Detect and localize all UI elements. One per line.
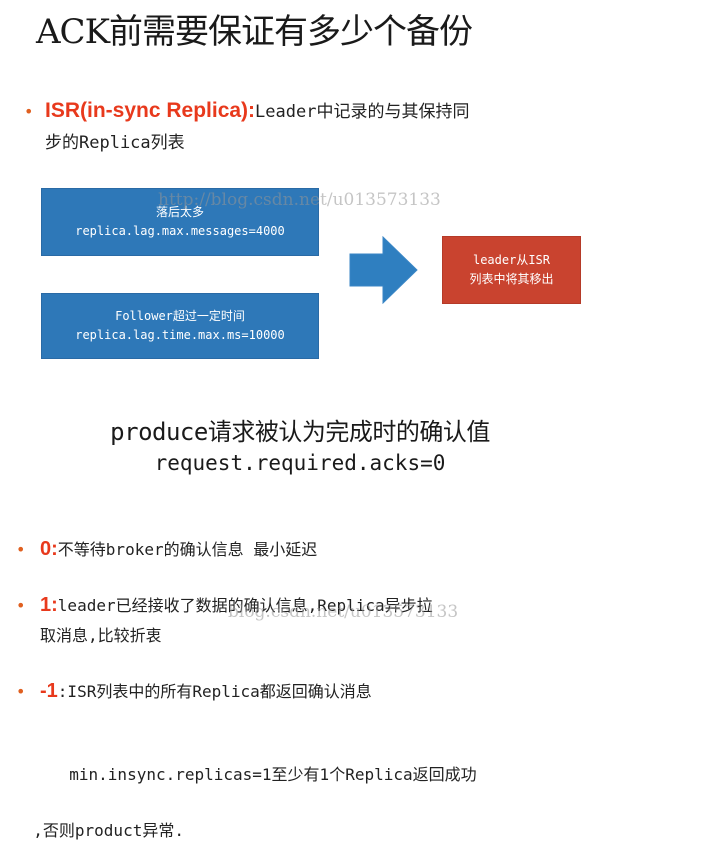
bullet-dot: • xyxy=(16,596,26,615)
note-line1: min.insync.replicas=1至少有1个Replica返回成功 xyxy=(69,765,477,784)
bullet-dot: • xyxy=(24,102,34,121)
ack-option-0: 0:不等待broker的确认信息 最小延迟 xyxy=(40,534,610,565)
produce-heading: produce请求被认为完成时的确认值 xyxy=(110,418,490,446)
ack-key: -1 xyxy=(40,680,58,702)
isr-key: ISR(in-sync Replica): xyxy=(45,99,256,122)
isr-desc-line2: 步的Replica列表 xyxy=(45,133,185,153)
isr-desc-line1: Leader中记录的与其保持同 xyxy=(255,102,470,122)
remove-line2: 列表中将其移出 xyxy=(469,272,554,286)
ack-text-line2: 取消息,比较折衷 xyxy=(40,626,162,645)
bullet-dot: • xyxy=(16,682,26,701)
ack-text: 不等待broker的确认信息 最小延迟 xyxy=(57,540,318,559)
remove-line1: leader从ISR xyxy=(472,253,551,267)
lag-messages-config: replica.lag.max.messages=4000 xyxy=(75,224,285,238)
watermark: http://blog.csdn.net/u013573133 xyxy=(158,190,441,210)
min-insync-note: min.insync.replicas=1至少有1个Replica返回成功 ,否… xyxy=(14,733,614,845)
lag-time-title: Follower超过一定时间 xyxy=(115,309,245,323)
acks-config: request.required.acks=0 xyxy=(154,451,446,475)
note-line2: ,否则product异常. xyxy=(33,821,184,840)
ack-text: :ISR列表中的所有Replica都返回确认消息 xyxy=(57,682,372,701)
watermark: blog.csdn.net/u013573133 xyxy=(228,602,459,622)
ack-key: 1: xyxy=(40,594,58,616)
lag-time-box: Follower超过一定时间 replica.lag.time.max.ms=1… xyxy=(41,293,319,359)
bullet-dot: • xyxy=(16,540,26,559)
slide-title: ACK前需要保证有多少个备份 xyxy=(36,12,473,52)
ack-option-minus1: -1:ISR列表中的所有Replica都返回确认消息 xyxy=(40,676,610,707)
remove-from-isr-box: leader从ISR 列表中将其移出 xyxy=(442,236,581,304)
right-arrow-icon xyxy=(349,236,418,304)
lag-time-config: replica.lag.time.max.ms=10000 xyxy=(75,328,285,342)
ack-key: 0: xyxy=(40,538,58,560)
isr-definition: ISR(in-sync Replica):Leader中记录的与其保持同 步的R… xyxy=(45,96,605,158)
